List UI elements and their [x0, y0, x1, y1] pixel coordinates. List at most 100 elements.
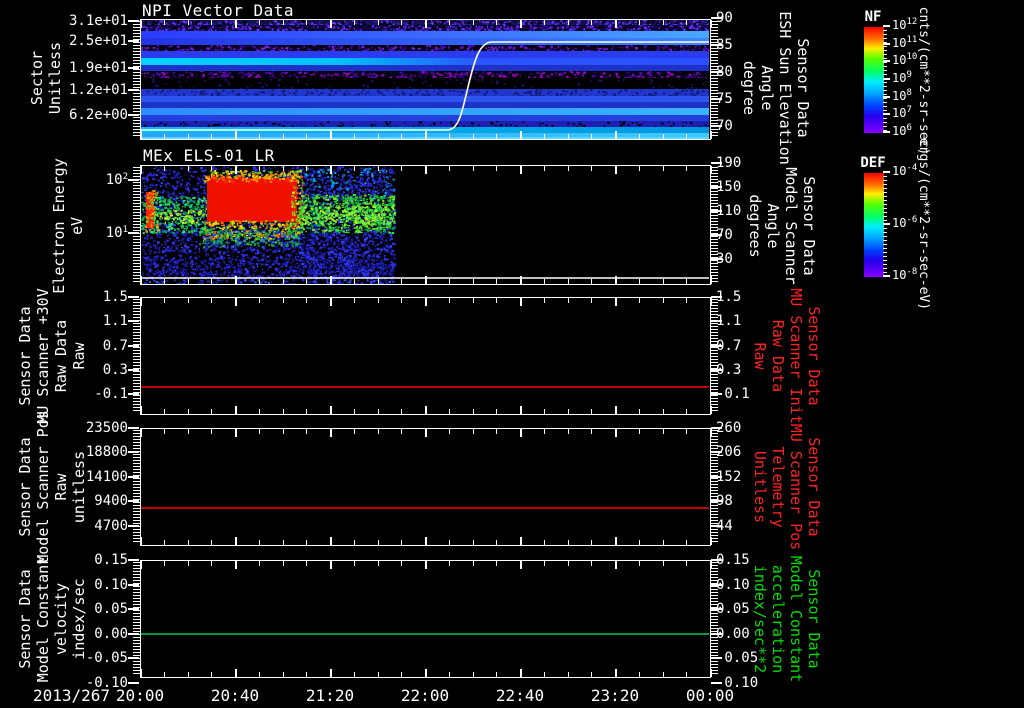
y-tick-label-right: 150: [716, 179, 741, 195]
x-tick: [425, 561, 427, 569]
x-tick: [449, 298, 450, 303]
def-colorbar: [863, 172, 885, 278]
panel-title-npi: NPI Vector Data: [142, 1, 294, 20]
x-tick: [449, 134, 450, 139]
x-tick: [639, 561, 640, 566]
x-tick: [283, 429, 284, 434]
y-tick-label-right: 90: [716, 10, 733, 26]
x-tick: [330, 131, 332, 139]
x-tick: [306, 20, 307, 25]
x-tick: [520, 669, 522, 677]
x-tick: [401, 409, 402, 414]
x-tick: [591, 166, 592, 171]
x-tick: [520, 298, 522, 306]
x-tick: [211, 429, 212, 434]
y-major-tick: [128, 320, 139, 322]
x-tick: [306, 166, 307, 171]
y-tick-label-right: 0.7: [716, 338, 741, 354]
x-tick: [259, 672, 260, 677]
x-tick: [639, 20, 640, 25]
x-tick: [378, 166, 379, 171]
x-tick: [520, 276, 522, 284]
x-tick: [188, 166, 189, 171]
x-tick: [496, 298, 497, 303]
x-tick: [211, 540, 212, 545]
x-tick: [686, 429, 687, 434]
x-tick: [164, 672, 165, 677]
x-tick: [378, 429, 379, 434]
x-tick: [615, 669, 617, 677]
x-tick: [283, 279, 284, 284]
y-tick-label-left: 6.2e+00: [0, 107, 128, 123]
def-colorbar-tick: [883, 275, 890, 277]
x-tick-label: 21:20: [306, 686, 354, 705]
x-tick: [164, 298, 165, 303]
x-tick: [401, 429, 402, 434]
axis-label-left-mu-scanner-30v: Sensor Data MU Scanner +30V Raw Data Raw: [16, 288, 88, 423]
y-minor-ticks-left: [133, 167, 140, 283]
x-tick: [663, 561, 664, 566]
x-tick: [211, 672, 212, 677]
x-tick: [520, 406, 522, 414]
x-tick: [378, 561, 379, 566]
x-tick: [164, 166, 165, 171]
x-tick: [306, 540, 307, 545]
npi-vector-data-overlay-trace: [141, 20, 709, 139]
x-tick: [568, 409, 569, 414]
x-tick-label: 23:20: [591, 686, 639, 705]
x-tick: [496, 540, 497, 545]
model-scanner-pos-overlay-trace: [141, 429, 709, 545]
y-major-tick: [128, 232, 139, 234]
y-major-tick: [128, 393, 139, 395]
x-tick: [449, 672, 450, 677]
x-tick: [235, 561, 237, 569]
axis-label-left-model-scanner-pos: Sensor Data Model Scanner Pos Raw unitle…: [16, 410, 88, 564]
y-major-tick: [128, 345, 139, 347]
y-tick-label-right: 152: [716, 469, 741, 485]
y-tick-label-left: 1.9e+01: [0, 60, 128, 76]
x-tick: [283, 166, 284, 171]
x-tick: [639, 672, 640, 677]
y-tick-label-right: 0.3: [716, 362, 741, 378]
x-tick: [473, 20, 474, 25]
x-tick: [306, 561, 307, 566]
x-tick: [520, 537, 522, 545]
exponent: 7: [906, 105, 911, 115]
x-tick: [473, 561, 474, 566]
y-tick-label-right: 0.10: [716, 577, 750, 593]
x-tick: [306, 429, 307, 434]
nf-colorbar-tick-label: 106: [892, 124, 912, 138]
x-tick: [639, 540, 640, 545]
x-tick: [686, 134, 687, 139]
x-tick: [663, 298, 664, 303]
x-tick: [259, 540, 260, 545]
nf-colorbar-tick: [883, 131, 890, 133]
x-tick: [164, 20, 165, 25]
x-tick: [591, 561, 592, 566]
x-tick: [449, 429, 450, 434]
axis-label-right-mu-scanner-30v: Sensor Data MU Scanner Init Raw Data Raw: [751, 288, 823, 423]
y-tick-label-right: 30: [716, 251, 733, 267]
x-tick: [140, 20, 142, 28]
x-tick: [378, 20, 379, 25]
axis-label-right-mex-els: Sensor Data Model Scanner Angle degrees: [746, 167, 818, 284]
x-tick: [615, 276, 617, 284]
x-tick: [140, 537, 142, 545]
x-tick: [520, 561, 522, 569]
x-tick: [211, 279, 212, 284]
x-tick: [401, 20, 402, 25]
x-tick: [283, 20, 284, 25]
x-tick: [544, 20, 545, 25]
y-major-tick: [128, 296, 139, 298]
x-tick: [686, 20, 687, 25]
x-tick: [425, 131, 427, 139]
def-colorbar-units: ergs/(cm**2-sr-sec-eV): [914, 138, 932, 310]
y-tick-label-right: 75: [716, 91, 733, 107]
x-tick: [591, 540, 592, 545]
x-tick: [496, 166, 497, 171]
x-tick: [401, 672, 402, 677]
x-tick: [188, 298, 189, 303]
x-tick-label: 00:00: [686, 686, 734, 705]
x-tick: [544, 672, 545, 677]
x-tick: [259, 298, 260, 303]
